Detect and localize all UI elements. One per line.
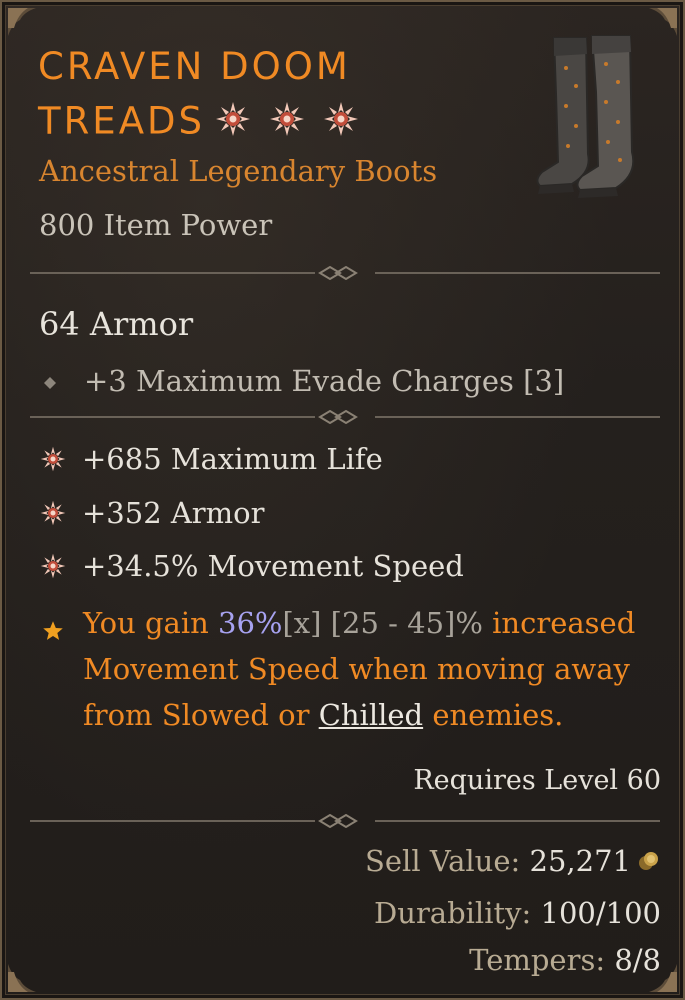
legendary-star-icon: [40, 611, 66, 640]
divider: [30, 410, 660, 424]
greater-affix-icon: [323, 98, 359, 152]
affix-row: +685 Maximum Life: [40, 442, 383, 476]
sell-value-amount: 25,271: [529, 844, 631, 878]
greater-affix-icon: [215, 98, 251, 152]
durability-value: 100/100: [540, 896, 661, 930]
corner-ornament-icon: [6, 950, 50, 994]
item-name-line-2-text: TREADS: [38, 99, 205, 143]
durability: Durability: 100/100: [374, 896, 661, 930]
level-requirement: Requires Level 60: [413, 765, 661, 796]
legendary-aspect-text: You gain 36%[x] [25 - 45]% increased Mov…: [83, 600, 673, 738]
divider: [30, 266, 660, 280]
implicit-affix: +3 Maximum Evade Charges [3]: [44, 362, 564, 398]
diamond-icon: [44, 362, 64, 396]
legendary-value: 36%: [218, 606, 283, 640]
durability-label: Durability:: [374, 896, 541, 930]
divider: [30, 814, 660, 828]
item-tooltip: CRAVEN DOOM TREADS Ancestral Legendary B…: [0, 0, 685, 1000]
affix-text: +685 Maximum Life: [82, 442, 383, 476]
boots-icon: [532, 34, 652, 204]
tempers-label: Tempers:: [469, 943, 615, 977]
implicit-affix-text: +3 Maximum Evade Charges [3]: [84, 364, 565, 398]
greater-affix-icon: [269, 98, 305, 152]
item-name: CRAVEN DOOM TREADS: [38, 40, 478, 152]
affix-text: +352 Armor: [82, 496, 265, 530]
legendary-text-suffix: enemies.: [423, 698, 564, 732]
item-type: Ancestral Legendary Boots: [39, 154, 438, 188]
armor-value: 64 Armor: [39, 305, 194, 343]
greater-affix-count: [215, 94, 377, 152]
tempers: Tempers: 8/8: [469, 943, 661, 977]
legendary-marker: [x]: [282, 606, 322, 640]
affix-row: +34.5% Movement Speed: [40, 549, 464, 583]
legendary-text-prefix: You gain: [83, 606, 219, 640]
greater-affix-icon: [40, 552, 66, 579]
greater-affix-icon: [40, 445, 66, 472]
item-power: 800 Item Power: [39, 208, 273, 242]
greater-affix-icon: [40, 499, 66, 526]
affix-row: +352 Armor: [40, 496, 265, 530]
item-name-line-1: CRAVEN DOOM: [38, 45, 351, 88]
tempers-value: 8/8: [614, 943, 661, 977]
legendary-range: [25 - 45]%: [321, 606, 483, 640]
gold-coin-icon: [637, 846, 661, 870]
keyword-chilled-link[interactable]: Chilled: [319, 698, 423, 732]
sell-value-label: Sell Value:: [365, 844, 530, 878]
item-name-line-2: TREADS: [38, 94, 478, 152]
sell-value: Sell Value: 25,271: [365, 844, 661, 878]
affix-text: +34.5% Movement Speed: [82, 549, 464, 583]
